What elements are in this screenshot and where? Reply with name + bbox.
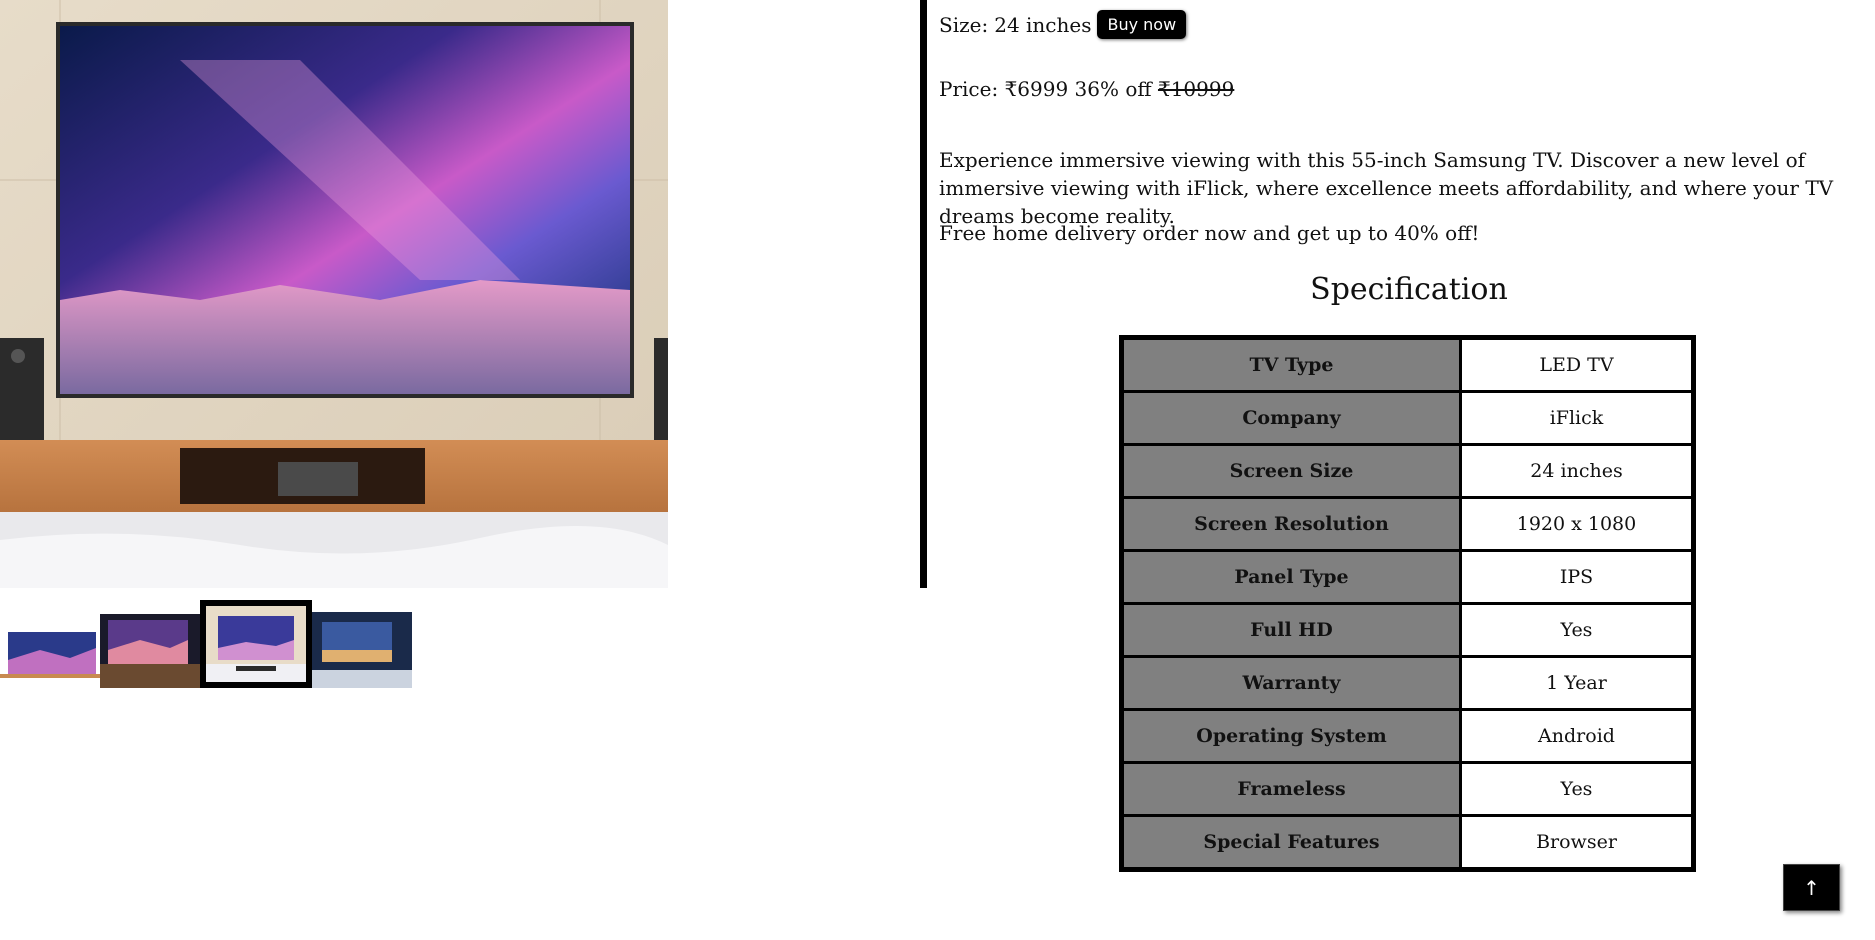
spec-value: Android [1459, 708, 1695, 764]
thumbnail-4[interactable] [312, 600, 412, 688]
spec-value: iFlick [1459, 390, 1695, 446]
spec-value: Yes [1459, 761, 1695, 817]
thumbnail-1[interactable] [0, 600, 100, 688]
spec-row: Company iFlick [1120, 390, 1695, 446]
thumbnail-3[interactable] [200, 600, 312, 688]
spec-key: Special Features [1120, 814, 1462, 871]
spec-key: Company [1120, 390, 1462, 446]
spec-key: Warranty [1120, 655, 1462, 711]
size-label: Size: [939, 12, 989, 37]
vertical-divider [920, 0, 927, 588]
spec-row: Screen Resolution 1920 x 1080 [1120, 496, 1695, 552]
buy-now-button[interactable]: Buy now [1097, 10, 1187, 39]
spec-key: Screen Resolution [1120, 496, 1462, 552]
spec-row: Panel Type IPS [1120, 549, 1695, 605]
spec-row: Full HD Yes [1120, 602, 1695, 658]
spec-row: Screen Size 24 inches [1120, 443, 1695, 499]
promo-text: Free home delivery order now and get up … [939, 221, 1480, 245]
price-row: Price: ₹6999 36% off ₹10999 [939, 77, 1234, 101]
spec-value: 1 Year [1459, 655, 1695, 711]
price-original: ₹10999 [1157, 77, 1235, 101]
product-main-image [0, 0, 668, 588]
spec-row: Frameless Yes [1120, 761, 1695, 817]
spec-row: Special Features Browser [1120, 814, 1695, 871]
spec-value: 24 inches [1459, 443, 1695, 499]
price-label: Price: [939, 77, 999, 101]
spec-key: Frameless [1120, 761, 1462, 817]
spec-value: Browser [1459, 814, 1695, 871]
specification-title: Specification [1310, 272, 1508, 307]
spec-key: Panel Type [1120, 549, 1462, 605]
discount-text: 36% off [1074, 77, 1152, 101]
spec-value: 1920 x 1080 [1459, 496, 1695, 552]
size-value: 24 inches [994, 12, 1092, 37]
spec-key: TV Type [1120, 336, 1462, 393]
spec-key: Full HD [1120, 602, 1462, 658]
spec-key: Screen Size [1120, 443, 1462, 499]
size-row: Size: 24 inches Buy now [939, 10, 1187, 39]
thumbnail-2[interactable] [100, 600, 200, 688]
spec-row: TV Type LED TV [1120, 336, 1695, 393]
specification-table: TV Type LED TV Company iFlick Screen Size 24 … [1119, 335, 1696, 872]
spec-row: Warranty 1 Year [1120, 655, 1695, 711]
spec-value: LED TV [1459, 336, 1695, 393]
price-current: ₹6999 [1004, 77, 1069, 101]
product-description: Experience immersive viewing with this 5… [939, 148, 1834, 228]
spec-value: IPS [1459, 549, 1695, 605]
spec-key: Operating System [1120, 708, 1462, 764]
scroll-to-top-button[interactable]: ↑ [1783, 864, 1840, 911]
spec-row: Operating System Android [1120, 708, 1695, 764]
arrow-up-icon: ↑ [1803, 875, 1820, 900]
spec-value: Yes [1459, 602, 1695, 658]
